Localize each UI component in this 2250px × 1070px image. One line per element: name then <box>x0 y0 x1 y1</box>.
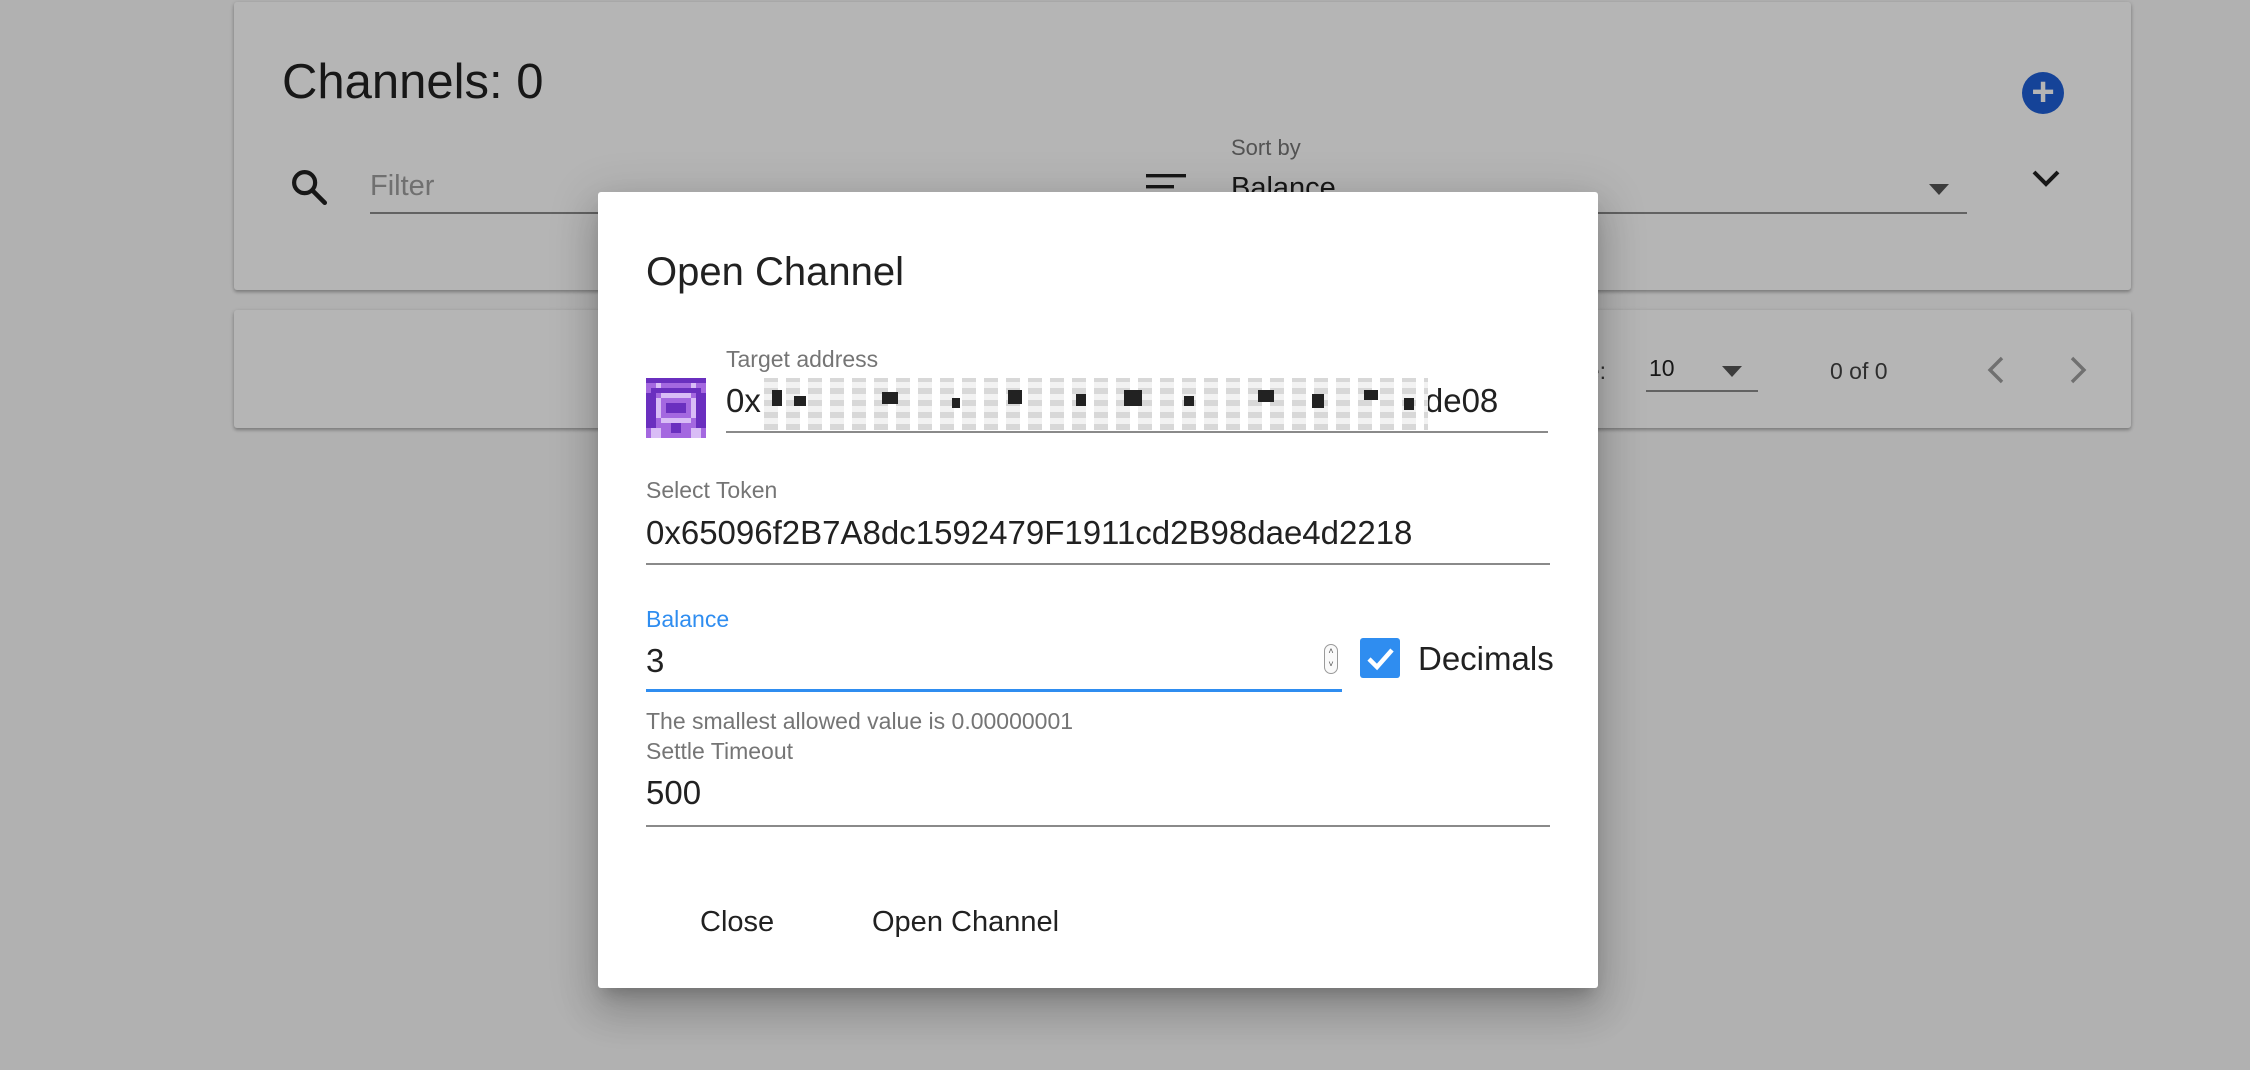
target-address-underline <box>726 431 1548 433</box>
redacted-address-mask <box>764 378 1428 430</box>
balance-hint: The smallest allowed value is 0.00000001 <box>646 708 1074 734</box>
decimals-label[interactable]: Decimals <box>1418 640 1554 678</box>
target-address-prefix: 0x <box>726 382 761 419</box>
balance-value: 3 <box>646 642 665 679</box>
settle-timeout-label: Settle Timeout <box>646 738 794 764</box>
number-spinner-icon[interactable]: ˄ ˅ <box>1324 644 1338 674</box>
select-token-input[interactable]: 0x65096f2B7A8dc1592479F1911cd2B98dae4d22… <box>646 514 1412 552</box>
target-address-suffix: de08 <box>1424 382 1499 419</box>
decimals-checkbox[interactable] <box>1360 638 1400 678</box>
identicon-avatar <box>646 378 706 438</box>
balance-label: Balance <box>646 606 730 632</box>
checkmark-icon <box>1367 648 1394 671</box>
open-channel-dialog: Open Channel Target address 0x de08 Sele… <box>598 192 1598 988</box>
open-channel-button[interactable]: Open Channel <box>868 898 1063 946</box>
settle-timeout-underline <box>646 825 1550 827</box>
close-button[interactable]: Close <box>696 898 778 946</box>
select-token-underline <box>646 563 1550 565</box>
target-address-label: Target address <box>726 346 879 372</box>
balance-input[interactable]: 3 ˄ ˅ <box>646 638 1342 692</box>
settle-timeout-input[interactable]: 500 <box>646 774 701 812</box>
select-token-label: Select Token <box>646 477 778 503</box>
dialog-title: Open Channel <box>646 250 904 294</box>
